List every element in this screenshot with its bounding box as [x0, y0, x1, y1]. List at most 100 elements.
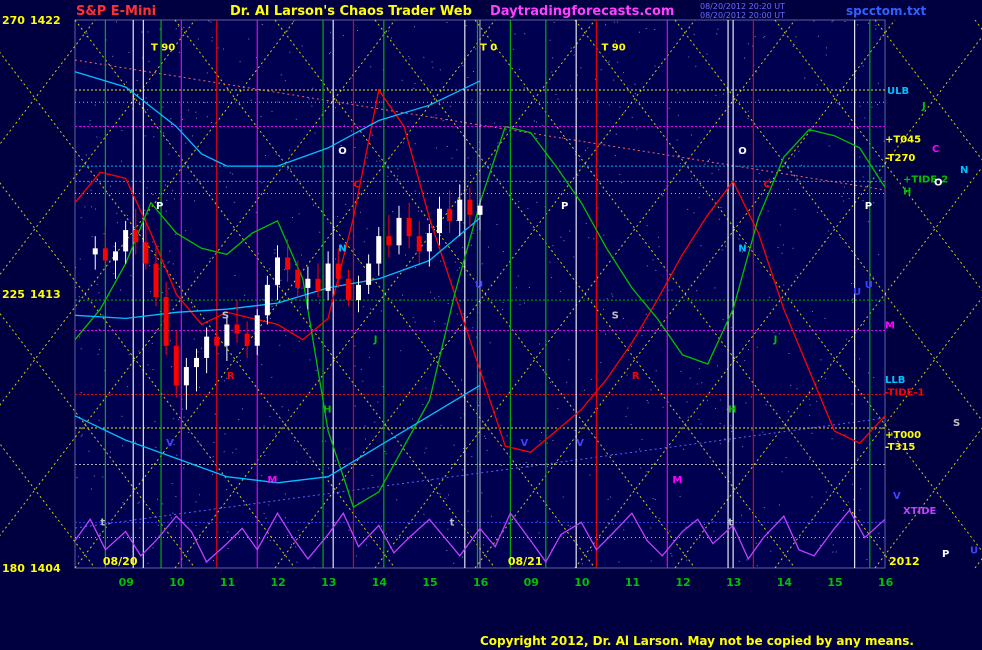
star-dot	[605, 24, 607, 26]
star-dot	[623, 112, 625, 114]
star-dot	[497, 142, 499, 144]
star-dot	[654, 65, 656, 67]
right-label: M	[885, 320, 895, 331]
x-tick-label: 10	[169, 576, 185, 589]
star-dot	[670, 553, 672, 554]
star-dot	[738, 238, 740, 240]
star-dot	[859, 156, 861, 158]
star-dot	[226, 489, 228, 490]
star-dot	[430, 291, 431, 293]
star-dot	[475, 48, 477, 50]
star-dot	[397, 175, 399, 177]
star-dot	[354, 147, 356, 148]
star-dot	[209, 257, 211, 259]
star-dot	[269, 539, 271, 541]
price-bar-body	[183, 367, 189, 386]
star-dot	[798, 150, 800, 152]
star-dot	[612, 523, 614, 525]
star-dot	[313, 567, 315, 569]
annotation-label: V	[576, 438, 584, 449]
star-dot	[147, 109, 149, 111]
star-dot	[719, 423, 721, 425]
star-dot	[779, 224, 781, 226]
price-bar-body	[325, 263, 331, 291]
star-dot	[668, 289, 670, 291]
star-dot	[655, 370, 657, 372]
star-dot	[334, 521, 335, 523]
star-dot	[263, 512, 265, 514]
star-dot	[835, 551, 837, 553]
star-dot	[704, 163, 706, 165]
star-dot	[843, 510, 845, 511]
star-dot	[147, 213, 149, 215]
star-dot	[161, 292, 163, 293]
star-dot	[99, 533, 101, 535]
star-dot	[711, 172, 713, 174]
star-dot	[214, 413, 216, 415]
star-dot	[110, 451, 111, 453]
star-dot	[424, 452, 426, 454]
star-dot	[431, 61, 433, 63]
star-dot	[758, 99, 759, 101]
star-dot	[206, 116, 208, 118]
star-dot	[550, 277, 552, 279]
price-bar-body	[335, 263, 341, 279]
star-dot	[862, 200, 864, 202]
star-dot	[585, 223, 587, 225]
star-dot	[213, 442, 215, 443]
star-dot	[525, 330, 527, 332]
star-dot	[693, 34, 695, 35]
star-dot	[359, 211, 361, 213]
star-dot	[603, 234, 605, 236]
star-dot	[744, 57, 745, 59]
star-dot	[519, 68, 521, 70]
star-dot	[217, 47, 219, 49]
star-dot	[562, 496, 564, 498]
star-dot	[654, 29, 656, 30]
star-dot	[696, 290, 698, 292]
star-dot	[611, 454, 613, 455]
star-dot	[147, 31, 149, 33]
star-dot	[792, 247, 794, 249]
star-dot	[606, 298, 608, 300]
site-link[interactable]: Daytradingforecasts.com	[490, 4, 674, 19]
star-dot	[414, 83, 416, 84]
star-dot	[354, 405, 356, 407]
star-dot	[178, 25, 179, 27]
chart-canvas: T 90 T 0T 90P P PS SR RO OC CN NU UH HJ JV V VM Mt t t U…	[0, 14, 982, 589]
star-dot	[444, 323, 446, 325]
star-dot	[859, 509, 861, 511]
star-dot	[779, 504, 780, 506]
star-dot	[285, 335, 287, 337]
star-dot	[622, 317, 624, 319]
annotation-label: C	[353, 179, 360, 190]
timestamp-line1: 08/20/2012 20:20 UT	[700, 2, 785, 11]
star-dot	[590, 378, 592, 380]
star-dot	[722, 93, 724, 95]
star-dot	[631, 346, 633, 347]
star-dot	[518, 201, 520, 203]
star-dot	[824, 317, 826, 319]
price-bar-body	[457, 199, 463, 221]
star-dot	[168, 288, 170, 290]
star-dot	[671, 555, 673, 557]
star-dot	[777, 247, 779, 248]
star-dot	[325, 440, 327, 442]
star-dot	[90, 189, 92, 191]
star-dot	[370, 308, 372, 310]
star-dot	[355, 555, 357, 557]
star-dot	[240, 359, 241, 361]
star-dot	[676, 139, 678, 141]
star-dot	[403, 142, 404, 144]
star-dot	[756, 565, 758, 567]
star-dot	[593, 238, 595, 240]
star-dot	[617, 61, 619, 63]
star-dot	[716, 33, 718, 35]
copyright-footer: Copyright 2012, Dr. Al Larson. May not b…	[480, 634, 914, 648]
star-dot	[440, 260, 442, 262]
star-dot	[362, 380, 364, 382]
price-bar-body	[285, 257, 291, 270]
star-dot	[167, 262, 169, 264]
star-dot	[467, 510, 469, 512]
x-tick-label: 14	[372, 576, 388, 589]
